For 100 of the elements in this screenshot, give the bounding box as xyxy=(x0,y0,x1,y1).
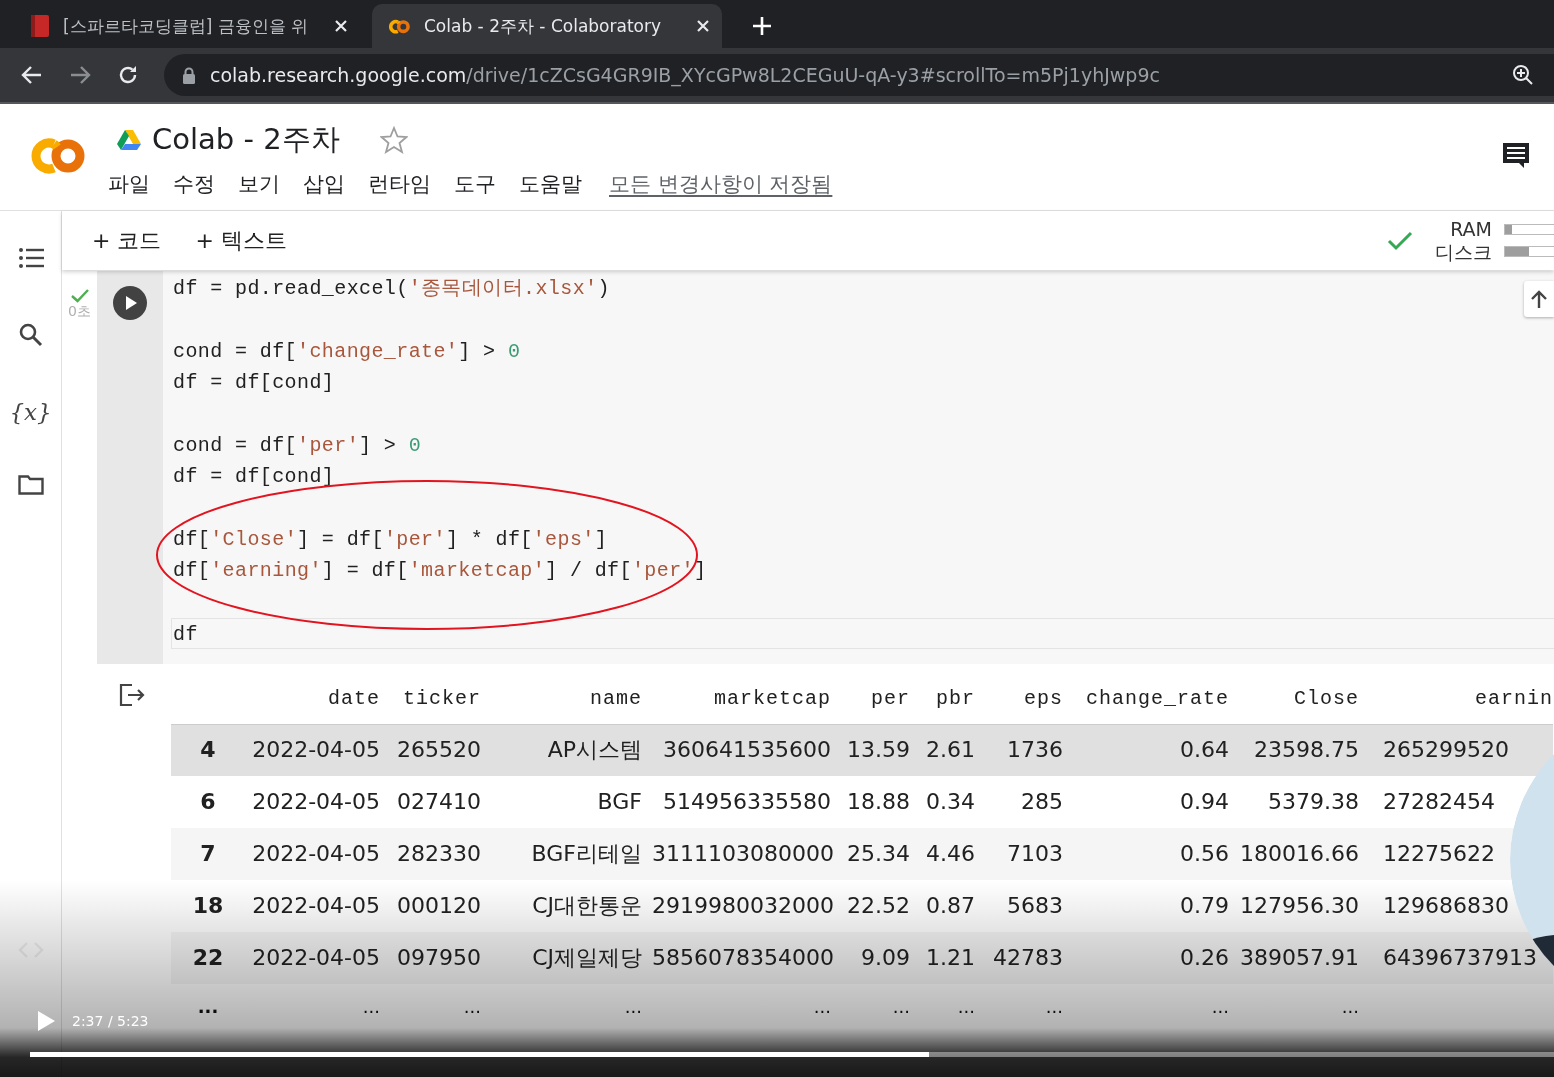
arrow-up-icon xyxy=(1530,289,1548,309)
browser-tab[interactable]: Colab - 2주차 - Colaboratory xyxy=(372,4,722,48)
menu-item[interactable]: 파일 xyxy=(108,170,150,198)
table-cell: 389057.91 xyxy=(1239,932,1369,984)
column-header: Close xyxy=(1239,674,1369,724)
table-cell: 0.34 xyxy=(920,776,985,828)
column-header: pbr xyxy=(920,674,985,724)
row-index: 7 xyxy=(171,828,227,880)
table-cell: 4.46 xyxy=(920,828,985,880)
table-cell: BGF리테일 xyxy=(491,828,652,880)
table-cell: 13.59 xyxy=(841,724,920,776)
table-cell: ... xyxy=(491,984,652,1030)
menu-item[interactable]: 수정 xyxy=(173,170,215,198)
table-cell: ... xyxy=(652,984,841,1030)
table-cell: 9.09 xyxy=(841,932,920,984)
menu-item[interactable]: 보기 xyxy=(238,170,280,198)
table-cell: 27282454 xyxy=(1369,776,1553,828)
save-status-link[interactable]: 모든 변경사항이 저장됨 xyxy=(609,170,833,198)
star-icon[interactable] xyxy=(379,126,408,154)
table-cell: 2022-04-05 xyxy=(227,776,390,828)
table-cell: 1736 xyxy=(985,724,1073,776)
table-cell: 42783 xyxy=(985,932,1073,984)
book-icon xyxy=(29,14,51,38)
table-cell: 0.87 xyxy=(920,880,985,932)
table-cell: CJ제일제당 xyxy=(491,932,652,984)
folder-icon[interactable] xyxy=(17,475,44,495)
table-cell: 285 xyxy=(985,776,1073,828)
row-index: 18 xyxy=(171,880,227,932)
table-cell: ... xyxy=(1239,984,1369,1030)
table-cell: 64396737913 xyxy=(1369,932,1553,984)
menu-item[interactable]: 런타임 xyxy=(368,170,431,198)
search-icon[interactable] xyxy=(18,323,43,347)
column-header: per xyxy=(841,674,920,724)
close-icon[interactable] xyxy=(334,19,348,33)
table-cell: 2.61 xyxy=(920,724,985,776)
table-of-contents-icon[interactable] xyxy=(17,247,44,269)
menu-item[interactable]: 삽입 xyxy=(303,170,345,198)
table-cell: 000120 xyxy=(390,880,491,932)
table-cell: 127956.30 xyxy=(1239,880,1369,932)
table-cell: 0.26 xyxy=(1073,932,1239,984)
resource-label: RAM xyxy=(1450,217,1492,241)
menu-item[interactable]: 도움말 xyxy=(519,170,582,198)
table-cell: 18.88 xyxy=(841,776,920,828)
table-cell: 12275622 xyxy=(1369,828,1553,880)
variables-button[interactable]: {x} xyxy=(9,399,52,475)
table-cell: 2022-04-05 xyxy=(227,880,390,932)
table-cell: 7103 xyxy=(985,828,1073,880)
table-cell: CJ대한통운 xyxy=(491,880,652,932)
plus-icon[interactable] xyxy=(752,16,772,36)
table-cell: 514956335580 xyxy=(652,776,841,828)
table-cell: 360641535600 xyxy=(652,724,841,776)
table-cell: 0.79 xyxy=(1073,880,1239,932)
code-line: df = df[cond] xyxy=(173,370,335,396)
insert-cell-button[interactable]: + 코드 xyxy=(90,225,164,256)
row-index: ... xyxy=(171,984,227,1030)
video-progress-bar[interactable] xyxy=(30,1052,1554,1057)
browser-tab[interactable]: [스파르타코딩클럽] 금융인을 위 xyxy=(15,4,360,48)
table-cell: 129686830 xyxy=(1369,880,1553,932)
comment-icon[interactable] xyxy=(1502,142,1530,168)
table-cell: AP시스템 xyxy=(491,724,652,776)
table-cell: 0.56 xyxy=(1073,828,1239,880)
column-header: eps xyxy=(985,674,1073,724)
column-header: change_rate xyxy=(1073,674,1239,724)
column-header: date xyxy=(227,674,390,724)
table-cell: 282330 xyxy=(390,828,491,880)
lock-icon xyxy=(182,66,196,84)
resource-label: 디스크 xyxy=(1435,240,1492,264)
notebook-title[interactable]: Colab - 2주차 xyxy=(152,120,340,160)
run-button[interactable] xyxy=(112,285,148,321)
table-cell: 23598.75 xyxy=(1239,724,1369,776)
menu-item[interactable]: 도구 xyxy=(454,170,496,198)
table-cell: ... xyxy=(920,984,985,1030)
table-cell: 5856078354000 xyxy=(652,932,841,984)
table-cell: ... xyxy=(227,984,390,1030)
google-drive-icon xyxy=(116,129,142,151)
table-cell: 0.94 xyxy=(1073,776,1239,828)
row-index: 22 xyxy=(171,932,227,984)
move-cell-up-button[interactable] xyxy=(1524,281,1554,317)
table-cell: 2022-04-05 xyxy=(227,932,390,984)
code-line: df['earning'] = df['marketcap'] / df['per'] xyxy=(173,558,707,584)
output-icon[interactable] xyxy=(119,683,145,707)
column-header: ticker xyxy=(390,674,491,724)
close-icon[interactable] xyxy=(696,19,710,33)
table-cell: 265520 xyxy=(390,724,491,776)
execution-time: 0초 xyxy=(68,303,91,321)
row-index: 4 xyxy=(171,724,227,776)
code-line: df xyxy=(171,618,1554,649)
play-icon[interactable] xyxy=(36,1010,56,1032)
code-line: cond = df['change_rate'] > 0 xyxy=(173,339,521,365)
table-cell: 5683 xyxy=(985,880,1073,932)
address-bar[interactable]: colab.research.google.com/drive/1cZCsG4GR9IB_XYcGPw8L2CEGuU-qA-y3#scrollTo=m5Pj1yhJwp9c xyxy=(164,54,1554,96)
insert-cell-button[interactable]: + 텍스트 xyxy=(193,225,289,256)
table-cell: 097950 xyxy=(390,932,491,984)
table-cell: ... xyxy=(1073,984,1239,1030)
zoom-in-icon[interactable] xyxy=(1512,64,1534,86)
table-cell: 180016.66 xyxy=(1239,828,1369,880)
table-cell: 265299520 xyxy=(1369,724,1553,776)
table-cell: ... xyxy=(390,984,491,1030)
resource-meter xyxy=(1504,224,1554,235)
code-line: cond = df['per'] > 0 xyxy=(173,433,422,459)
